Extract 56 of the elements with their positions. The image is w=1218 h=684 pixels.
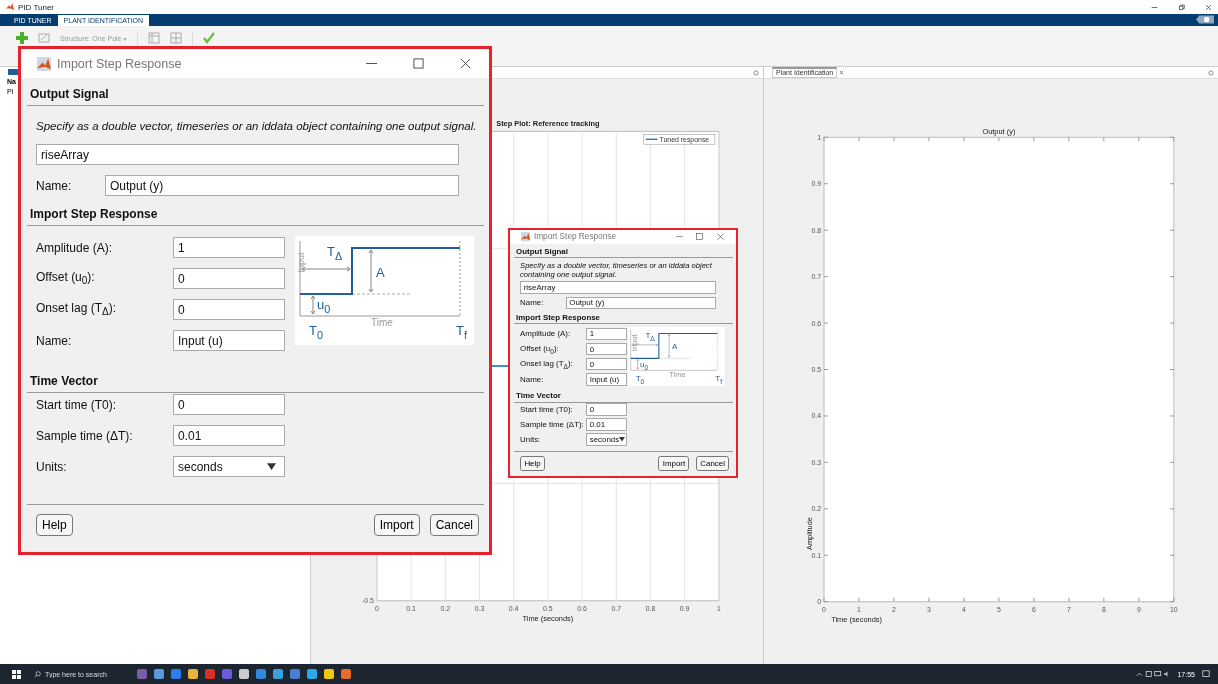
app-logo-icon — [520, 232, 530, 242]
description-text: Specify as a double vector, timeseries or an iddata object containing one output signal. — [520, 260, 713, 279]
gear-icon[interactable] — [1208, 69, 1214, 76]
dialog-button[interactable]: Help — [36, 514, 73, 536]
dialog-button[interactable]: Import — [373, 514, 420, 536]
add-icon[interactable] — [16, 32, 28, 44]
input-field[interactable]: 1 — [173, 237, 285, 258]
diagram-label: A — [376, 266, 385, 279]
field-label: Start time (T0): — [36, 397, 117, 412]
units-dropdown[interactable]: seconds — [173, 456, 285, 477]
grid-icon[interactable] — [170, 32, 183, 44]
input-field[interactable]: 0 — [173, 268, 285, 289]
start-icon[interactable] — [12, 669, 21, 679]
help-icon[interactable] — [1196, 15, 1214, 24]
check-icon[interactable] — [203, 32, 216, 44]
section-heading: Import Step Response — [27, 198, 484, 226]
field-label: Name: — [36, 178, 73, 193]
input-field[interactable]: 0.01 — [173, 425, 285, 446]
variable-field[interactable]: riseArray — [36, 144, 459, 165]
description-text: Specify as a double vector, timeseries or an iddata object containing one output signal. — [36, 120, 478, 132]
app-logo-icon — [37, 56, 51, 71]
diagram-label: T$_{0}$ — [309, 324, 323, 341]
input-field[interactable]: 0 — [173, 299, 285, 320]
field-label: Name: — [36, 333, 73, 348]
diagram-label: T$_{f}$ — [456, 324, 467, 341]
field-label: Amplitude (A): — [36, 240, 114, 255]
dialog-button[interactable]: Cancel — [429, 514, 479, 536]
close-icon[interactable] — [839, 70, 845, 75]
close-icon[interactable] — [1205, 3, 1212, 11]
window-title: PID Tuner — [18, 2, 54, 12]
field-label: Offset (u$_{0}$): — [36, 270, 96, 287]
input-field[interactable]: 0 — [173, 394, 285, 415]
diagram-label: T$_{Δ}$ — [327, 245, 343, 262]
caret-icon — [267, 463, 276, 470]
caret-icon — [619, 437, 626, 443]
app-logo-icon — [6, 3, 14, 11]
field-label: Sample time (ΔT): — [36, 428, 134, 443]
search-icon — [34, 670, 41, 678]
section-heading: Time Vector — [27, 365, 484, 393]
table-icon[interactable] — [148, 32, 161, 44]
dialog-title: Import Step Response — [57, 56, 182, 71]
name-field[interactable]: Output (y) — [105, 175, 459, 196]
section-heading: Output Signal — [27, 78, 484, 106]
caret-icon — [123, 38, 128, 41]
field-label: Onset lag (T$_{Δ}$): — [36, 301, 118, 318]
input-field[interactable]: Input (u) — [173, 330, 285, 351]
gear-icon[interactable] — [753, 69, 759, 76]
close-icon[interactable] — [460, 58, 471, 69]
diagram-label: u$_{0}$ — [317, 298, 331, 315]
edit-icon[interactable] — [38, 32, 50, 44]
dialog-title: Import Step Response — [533, 232, 616, 242]
axis-label: Time — [371, 318, 393, 328]
notification-icon[interactable] — [1202, 670, 1210, 678]
field-label: Units: — [36, 459, 68, 474]
restore-icon[interactable] — [1178, 3, 1185, 11]
maximize-icon[interactable] — [413, 58, 424, 69]
